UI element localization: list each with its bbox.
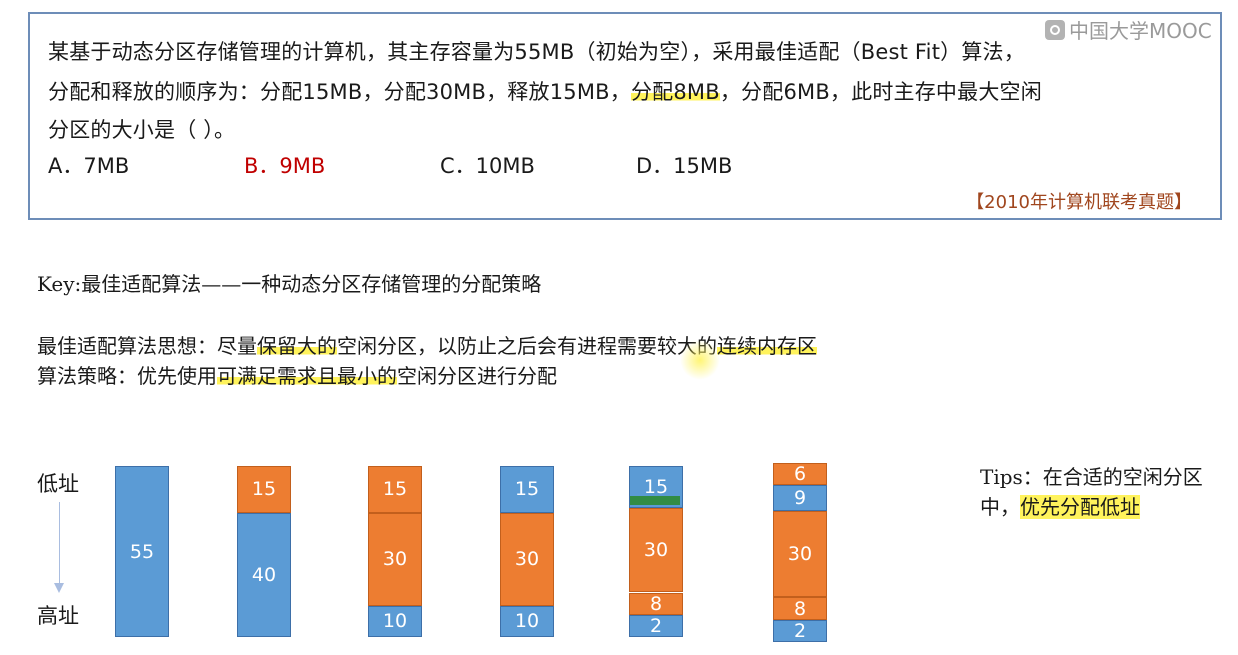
allocated-partition-30: 30 xyxy=(629,508,683,593)
allocated-partition-30: 30 xyxy=(500,512,554,606)
strategy-suffix: 空闲分区进行分配 xyxy=(397,364,557,388)
down-arrow-icon xyxy=(54,583,64,593)
question-line-2: 分配和释放的顺序为：分配15MB，分配30MB，释放15MB，分配8MB，分配6… xyxy=(48,76,1042,106)
high-address-label: 高址 xyxy=(37,604,79,628)
algorithm-strategy: 算法策略：优先使用可满足需求且最小的空闲分区进行分配 xyxy=(37,360,557,389)
question-box: 某基于动态分区存储管理的计算机，其主存容量为55MB（初始为空），采用最佳适配（… xyxy=(28,12,1222,220)
strategy-highlight-1: 可满足需求且 xyxy=(217,364,337,388)
memory-column-2: 15 40 xyxy=(237,466,291,637)
low-address-label: 低址 xyxy=(37,472,79,496)
tips-highlight: 优先分配低址 xyxy=(1020,495,1140,519)
allocated-partition-15: 15 xyxy=(368,466,422,513)
tips-note: Tips：在合适的空闲分区中，优先分配低址 xyxy=(980,462,1210,522)
strategy-prefix: 算法策略：优先使用 xyxy=(37,364,217,388)
memory-column-4: 15 30 10 xyxy=(500,466,554,637)
strategy-highlight-2: 最小的 xyxy=(337,364,397,388)
question-line-3: 分区的大小是（ ）。 xyxy=(48,118,236,142)
pen-mark xyxy=(630,496,680,505)
allocated-partition-8: 8 xyxy=(773,597,827,620)
question-line-1: 某基于动态分区存储管理的计算机，其主存容量为55MB（初始为空），采用最佳适配（… xyxy=(48,40,1025,64)
idea-prefix: 最佳适配算法思想：尽量 xyxy=(37,334,257,358)
free-partition-10: 10 xyxy=(500,605,554,637)
question-line-2-highlight: 分配8MB xyxy=(630,80,720,104)
memory-column-6: 6 9 30 8 2 xyxy=(773,463,827,642)
idea-middle: 空闲分区，以防止之后会有进程需要较大的 xyxy=(337,334,717,358)
option-b-answer: B．9MB xyxy=(244,154,326,178)
free-partition-2: 2 xyxy=(629,615,683,637)
address-arrow-line xyxy=(59,502,60,590)
free-partition-2: 2 xyxy=(773,620,827,642)
free-partition-40: 40 xyxy=(237,512,291,637)
pointer-highlight xyxy=(680,340,720,380)
option-c: C．10MB xyxy=(440,154,535,178)
allocated-partition-15: 15 xyxy=(237,466,291,513)
memory-column-3: 15 30 10 xyxy=(368,466,422,637)
memory-column-1: 55 xyxy=(115,466,169,637)
key-line: Key:最佳适配算法——一种动态分区存储管理的分配策略 xyxy=(37,272,542,296)
free-partition-55: 55 xyxy=(115,466,169,637)
question-source: 【2010年计算机联考真题】 xyxy=(966,192,1192,213)
memory-column-5: 15 30 8 2 xyxy=(629,466,683,637)
option-a: A．7MB xyxy=(48,154,130,178)
allocated-partition-30: 30 xyxy=(773,510,827,597)
allocated-partition-6: 6 xyxy=(773,463,827,485)
free-partition-10: 10 xyxy=(368,605,422,637)
free-partition-15: 15 xyxy=(500,466,554,513)
allocated-partition-8: 8 xyxy=(629,592,683,615)
question-line-2-c: ，分配6MB，此时主存中最大空闲 xyxy=(719,80,1042,104)
idea-highlight-2: 连续内存区 xyxy=(717,334,817,358)
free-partition-9: 9 xyxy=(773,485,827,511)
question-line-2-a: 分配和释放的顺序为：分配15MB，分配30MB，释放15MB， xyxy=(48,80,631,104)
idea-highlight-1: 保留大的 xyxy=(257,334,337,358)
allocated-partition-30: 30 xyxy=(368,512,422,606)
option-d: D．15MB xyxy=(636,154,733,178)
